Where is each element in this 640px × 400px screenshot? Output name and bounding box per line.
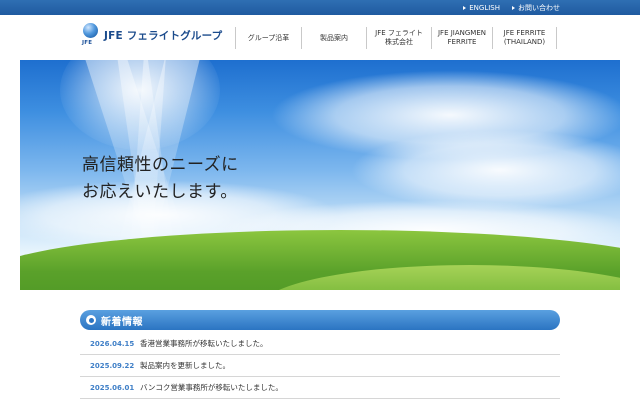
news-heading-label: 新着情報: [101, 316, 143, 328]
news-item[interactable]: 2026.04.15 香港営業事務所が移転いたしました。: [80, 333, 560, 355]
contact-link[interactable]: お問い合わせ: [512, 3, 560, 13]
logo-mark-text: JFE: [82, 40, 93, 46]
nav-item-products[interactable]: 製品案内: [301, 27, 366, 49]
triangle-right-icon: [463, 5, 467, 10]
nav-item-jfe-ferrite-corp[interactable]: JFE フェライト 株式会社: [366, 27, 431, 49]
news-section: 新着情報 2026.04.15 香港営業事務所が移転いたしました。 2025.0…: [80, 310, 560, 399]
news-heading: 新着情報: [80, 310, 560, 330]
nav-item-ferrite-thailand[interactable]: JFE FERRITE (THAILAND): [492, 27, 557, 49]
news-date: 2025.09.22: [90, 361, 135, 370]
logo-text: JFE フェライトグループ: [104, 30, 223, 42]
english-link[interactable]: ENGLISH: [463, 4, 500, 12]
news-item[interactable]: 2025.06.01 バンコク営業事務所が移転いたしました。: [80, 377, 560, 399]
hero-headline: 高信頼性のニーズに お応えいたします。: [82, 155, 239, 202]
news-item[interactable]: 2025.09.22 製品案内を更新しました。: [80, 355, 560, 377]
main-nav: グループ沿革 製品案内 JFE フェライト 株式会社 JFE JIANGMEN …: [235, 27, 557, 49]
news-date: 2025.06.01: [90, 383, 135, 392]
site-logo[interactable]: JFE JFE フェライトグループ: [82, 23, 222, 51]
triangle-right-icon: [512, 5, 515, 10]
globe-logo-icon: [83, 23, 98, 38]
nav-item-history[interactable]: グループ沿革: [235, 27, 301, 49]
news-date: 2026.04.15: [90, 339, 135, 348]
news-text: バンコク営業事務所が移転いたしました。: [140, 383, 283, 392]
nav-item-jiangmen-ferrite[interactable]: JFE JIANGMEN FERRITE: [431, 27, 492, 49]
news-text: 製品案内を更新しました。: [140, 361, 230, 370]
english-link-label: ENGLISH: [469, 3, 500, 12]
hero-banner[interactable]: 高信頼性のニーズに お応えいたします。: [20, 60, 620, 290]
utility-links: ENGLISH お問い合わせ: [463, 0, 560, 15]
top-utility-bar: ENGLISH お問い合わせ: [0, 0, 640, 15]
site-header: JFE JFE フェライトグループ グループ沿革 製品案内 JFE フェライト …: [0, 15, 640, 60]
circle-bullet-icon: [86, 315, 96, 325]
contact-link-label: お問い合わせ: [518, 3, 560, 12]
jfe-logo-mark: JFE: [82, 23, 100, 51]
news-text: 香港営業事務所が移転いたしました。: [140, 339, 268, 348]
news-list: 2026.04.15 香港営業事務所が移転いたしました。 2025.09.22 …: [80, 333, 560, 399]
